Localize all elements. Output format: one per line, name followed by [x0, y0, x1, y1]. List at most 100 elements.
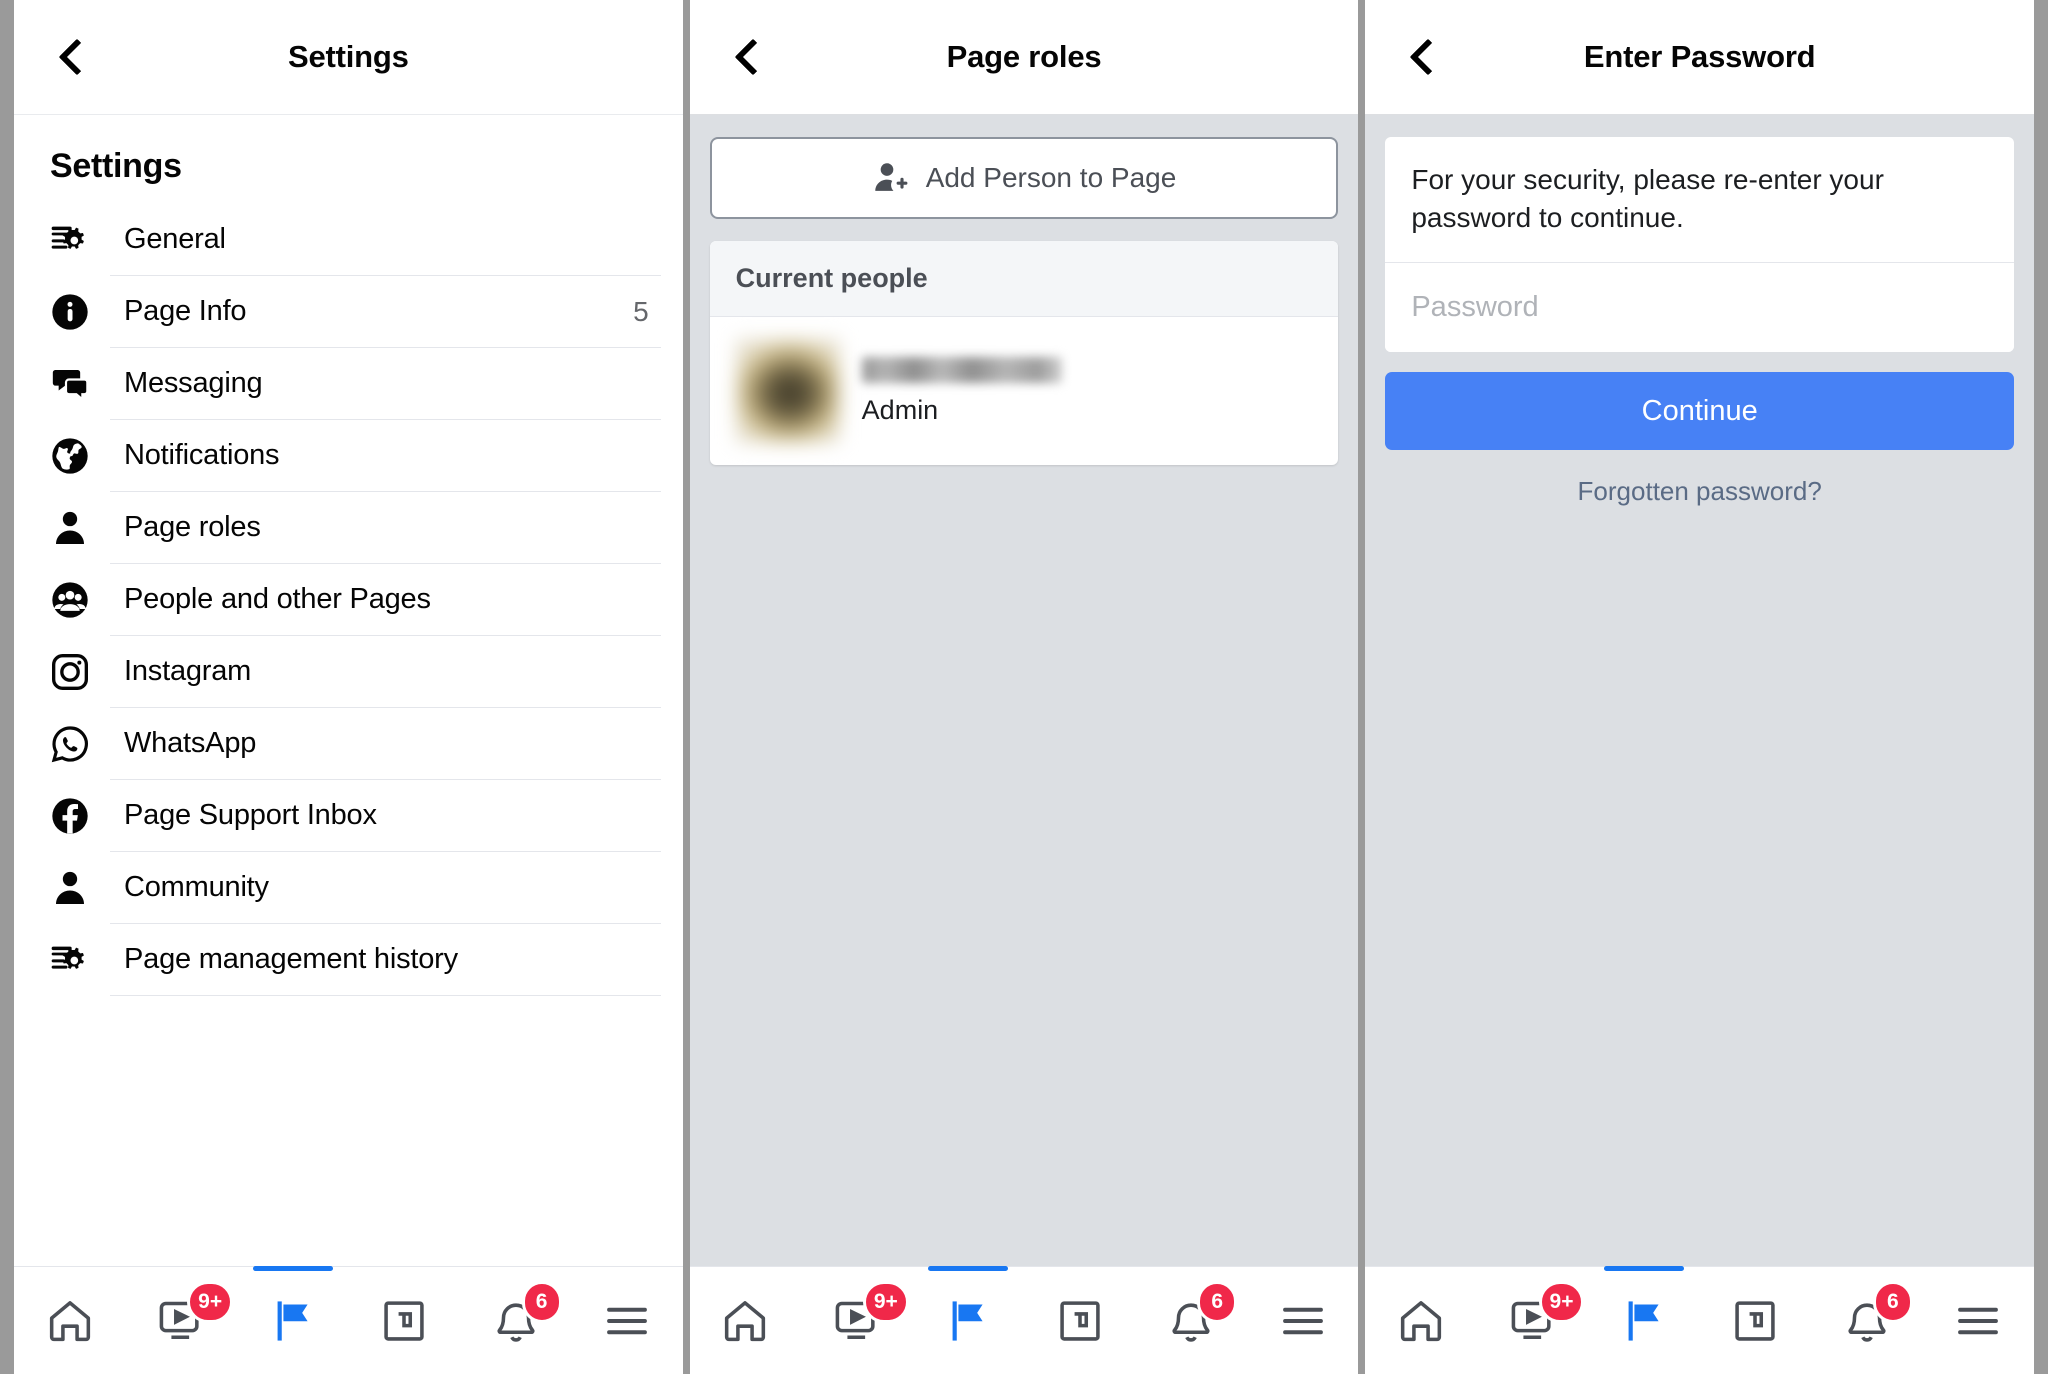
enter-password-content: For your security, please re-enter your …: [1365, 115, 2035, 1266]
sidebar-item-label: Notifications: [124, 439, 280, 471]
watch-badge: 9+: [862, 1280, 909, 1323]
chevron-left-icon: [58, 38, 96, 76]
tab-home[interactable]: [690, 1267, 801, 1374]
sidebar-item-community[interactable]: Community: [14, 852, 683, 923]
globe-icon: [48, 434, 92, 478]
tab-marketplace[interactable]: [1700, 1267, 1811, 1374]
add-person-to-page-button[interactable]: Add Person to Page: [709, 137, 1339, 219]
back-button[interactable]: [1389, 21, 1461, 93]
settings-heading: Settings: [50, 147, 182, 185]
page-title: Page roles: [946, 39, 1102, 74]
tab-notifications[interactable]: 6: [460, 1267, 571, 1374]
sidebar-item-general[interactable]: General: [14, 204, 683, 275]
facebook-icon: [48, 794, 92, 838]
bottom-tabbar: 9+ 6: [1365, 1265, 2035, 1374]
sidebar-item-people-and-other-pages[interactable]: People and other Pages: [14, 564, 683, 635]
sidebar-item-label: Page management history: [124, 943, 458, 975]
tab-menu[interactable]: [1923, 1267, 2034, 1374]
sidebar-item-label: General: [124, 223, 226, 255]
password-input[interactable]: [1385, 263, 2015, 353]
watch-badge: 9+: [1538, 1280, 1585, 1323]
enter-password-topbar: Enter Password: [1365, 0, 2035, 115]
security-message: For your security, please re-enter your …: [1385, 137, 2015, 264]
sidebar-item-messaging[interactable]: Messaging: [14, 348, 683, 419]
divider: [110, 995, 661, 996]
settings-list: General Page Info 5 Messaging Notificati…: [14, 204, 683, 996]
sidebar-item-label: Instagram: [124, 655, 252, 687]
tab-pages[interactable]: [237, 1265, 348, 1374]
sidebar-item-count: 5: [633, 295, 649, 327]
sidebar-item-label: Messaging: [124, 367, 263, 399]
person-name: [861, 356, 1062, 383]
people-group-icon: [48, 578, 92, 622]
tab-menu[interactable]: [1247, 1267, 1358, 1374]
forgotten-password-link[interactable]: Forgotten password?: [1385, 476, 2014, 507]
sidebar-item-page-support-inbox[interactable]: Page Support Inbox: [14, 780, 683, 851]
chat-bubbles-icon: [48, 362, 92, 406]
back-button[interactable]: [714, 21, 786, 93]
notifications-badge: 6: [521, 1280, 562, 1323]
whatsapp-icon: [48, 722, 92, 766]
info-circle-icon: [48, 290, 92, 334]
tab-marketplace[interactable]: [1024, 1267, 1135, 1374]
tab-menu[interactable]: [571, 1267, 682, 1374]
enter-password-screen: Enter Password For your security, please…: [1365, 0, 2035, 1374]
bottom-tabbar: 9+ 6: [689, 1265, 1359, 1374]
sidebar-item-notifications[interactable]: Notifications: [14, 420, 683, 491]
settings-screen: Settings Settings General Page Info 5 Me…: [14, 0, 683, 1374]
active-tab-indicator: [1603, 1265, 1685, 1271]
tab-home[interactable]: [14, 1267, 125, 1374]
continue-button[interactable]: Continue: [1385, 372, 2015, 451]
tab-watch[interactable]: 9+: [801, 1267, 912, 1374]
notifications-badge: 6: [1872, 1280, 1913, 1323]
sidebar-item-instagram[interactable]: Instagram: [14, 636, 683, 707]
current-people-card: Current people Admin: [709, 241, 1339, 465]
tab-home[interactable]: [1365, 1267, 1476, 1374]
sidebar-item-label: WhatsApp: [124, 727, 257, 759]
tab-pages[interactable]: [913, 1265, 1024, 1374]
sliders-gear-icon: [48, 938, 92, 982]
sidebar-item-page-info[interactable]: Page Info 5: [14, 276, 683, 347]
notifications-badge: 6: [1197, 1280, 1238, 1323]
sidebar-item-label: Page Support Inbox: [124, 799, 377, 831]
bottom-tabbar: 9+ 6: [14, 1265, 683, 1374]
person-add-icon: [872, 160, 908, 196]
tab-watch[interactable]: 9+: [125, 1267, 236, 1374]
settings-content: Settings General Page Info 5 Messaging N…: [14, 115, 683, 1266]
password-card: For your security, please re-enter your …: [1385, 137, 2015, 353]
sidebar-item-page-roles[interactable]: Page roles: [14, 492, 683, 563]
tab-notifications[interactable]: 6: [1135, 1267, 1246, 1374]
panel-gap: [1358, 0, 1366, 1374]
sidebar-item-label: Page Info: [124, 295, 247, 327]
panel-gap: [682, 0, 690, 1374]
person-meta: Admin: [861, 356, 1062, 426]
page-roles-screen: Page roles Add Person to Page Current pe…: [689, 0, 1359, 1374]
tab-notifications[interactable]: 6: [1811, 1267, 1922, 1374]
avatar: [735, 339, 840, 443]
person-role: Admin: [861, 394, 939, 425]
chevron-left-icon: [734, 38, 772, 76]
person-icon: [48, 506, 92, 550]
current-people-header: Current people: [709, 241, 1339, 317]
sidebar-item-label: Page roles: [124, 511, 261, 543]
sidebar-item-label: People and other Pages: [124, 583, 431, 615]
sidebar-item-whatsapp[interactable]: WhatsApp: [14, 708, 683, 779]
add-person-label: Add Person to Page: [925, 162, 1177, 193]
person-icon: [48, 866, 92, 910]
sliders-gear-icon: [48, 218, 92, 262]
watch-badge: 9+: [187, 1280, 234, 1323]
tab-marketplace[interactable]: [348, 1267, 459, 1374]
page-roles-content: Add Person to Page Current people Admin: [689, 115, 1359, 1266]
page-title: Enter Password: [1583, 39, 1816, 74]
back-button[interactable]: [38, 21, 110, 93]
settings-topbar: Settings: [14, 0, 683, 115]
tab-watch[interactable]: 9+: [1477, 1267, 1588, 1374]
list-item[interactable]: Admin: [710, 317, 1339, 465]
screenshot-triptych: Settings Settings General Page Info 5 Me…: [0, 0, 2048, 1374]
active-tab-indicator: [928, 1265, 1009, 1271]
tab-pages[interactable]: [1588, 1265, 1699, 1374]
sidebar-item-page-management-history[interactable]: Page management history: [14, 924, 683, 995]
page-roles-topbar: Page roles: [689, 0, 1359, 115]
chevron-left-icon: [1409, 38, 1447, 76]
sidebar-item-label: Community: [124, 871, 269, 903]
